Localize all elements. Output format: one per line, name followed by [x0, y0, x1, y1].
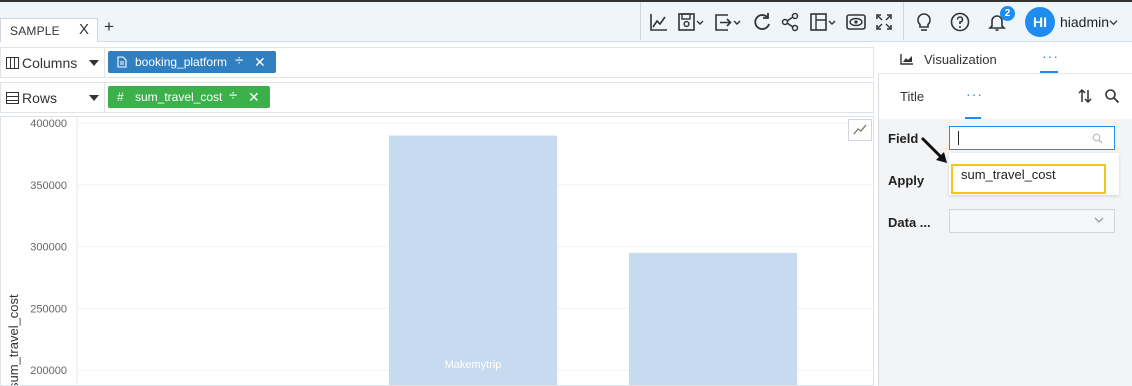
bar-chart: 400000 350000 300000 250000 200000 sum_travel… — [6, 117, 871, 385]
y-tick-label: 350000 — [30, 180, 67, 192]
help-icon[interactable] — [949, 11, 971, 33]
share-icon[interactable] — [779, 11, 801, 33]
line-chart-icon[interactable] — [648, 11, 670, 33]
rows-pill-label: sum_travel_cost — [135, 90, 223, 104]
active-tab-indicator — [1040, 71, 1058, 73]
more-options-tab[interactable]: ··· — [966, 86, 983, 102]
columns-caret-icon[interactable] — [89, 60, 99, 66]
search-icon[interactable] — [1104, 88, 1120, 104]
rows-pill[interactable]: # sum_travel_cost ÷ ✕ — [108, 86, 270, 108]
visualization-tab[interactable]: Visualization — [924, 52, 997, 67]
text-cursor — [958, 131, 959, 145]
rows-icon — [6, 92, 19, 104]
toolbar-divider — [640, 2, 641, 40]
columns-pill[interactable]: booking_platform ÷ ✕ — [108, 51, 276, 73]
refresh-icon[interactable] — [751, 11, 773, 33]
title-tab[interactable]: Title — [900, 89, 924, 104]
bar[interactable] — [389, 135, 557, 385]
visualization-chart-icon — [900, 54, 913, 65]
y-tick-label: 250000 — [30, 303, 67, 315]
bulb-icon[interactable] — [913, 11, 935, 33]
export-icon[interactable] — [712, 11, 744, 33]
shelf-divider — [104, 48, 105, 77]
numeric-hash-icon: # — [117, 90, 124, 104]
panel-header — [878, 43, 1132, 74]
fullscreen-icon[interactable] — [873, 11, 895, 33]
columns-shelf[interactable]: Columns booking_platform ÷ ✕ — [0, 47, 874, 78]
y-tick-label: 200000 — [30, 365, 67, 377]
layout-icon[interactable] — [808, 11, 838, 33]
sort-icon[interactable] — [1077, 88, 1093, 104]
shelf-divider — [104, 83, 105, 112]
data-select[interactable] — [949, 209, 1115, 233]
rows-caret-icon[interactable] — [89, 95, 99, 101]
avatar[interactable]: HI — [1025, 7, 1055, 37]
field-option[interactable]: sum_travel_cost — [961, 167, 1056, 182]
chart-area[interactable]: 400000 350000 300000 250000 200000 sum_travel… — [0, 116, 874, 386]
columns-icon — [6, 57, 19, 69]
columns-pill-label: booking_platform — [135, 55, 228, 69]
data-label: Data ... — [888, 215, 931, 230]
columns-label: Columns — [22, 55, 78, 71]
chevron-down-icon — [1109, 20, 1118, 26]
y-tick-label: 300000 — [30, 242, 67, 254]
pill-options-icon[interactable]: ÷ — [229, 85, 237, 107]
tab-label: SAMPLE — [10, 24, 60, 38]
save-icon[interactable] — [676, 11, 706, 33]
field-label: Field — [888, 131, 919, 146]
y-tick-label: 400000 — [30, 118, 67, 130]
preview-icon[interactable] — [845, 11, 867, 33]
trend-icon — [853, 124, 867, 135]
username-label: hiadmin — [1060, 14, 1110, 30]
close-tab-icon[interactable]: X — [79, 21, 89, 38]
document-icon — [117, 56, 127, 68]
field-search-input[interactable] — [949, 126, 1115, 150]
rows-label: Rows — [22, 90, 58, 106]
y-axis-label: sum_travel_cost — [6, 294, 21, 385]
tab-sample[interactable]: SAMPLE X — [0, 18, 98, 42]
trend-toggle-button[interactable] — [848, 119, 872, 141]
remove-pill-icon[interactable]: ✕ — [248, 86, 260, 108]
user-menu[interactable]: hiadmin — [1060, 14, 1118, 30]
annotation-arrow-icon — [920, 136, 947, 163]
bar-category-label: Makemytrip — [445, 359, 502, 371]
chevron-down-icon — [1094, 217, 1104, 223]
remove-pill-icon[interactable]: ✕ — [254, 51, 266, 73]
toolbar-divider — [903, 2, 904, 40]
search-icon — [1092, 133, 1103, 144]
apply-label: Apply — [888, 173, 925, 188]
rows-shelf[interactable]: Rows # sum_travel_cost ÷ ✕ — [0, 82, 874, 113]
add-tab-button[interactable]: + — [104, 17, 114, 37]
bar[interactable] — [629, 252, 797, 385]
panel-more-tab[interactable]: ··· — [1042, 48, 1059, 64]
pill-options-icon[interactable]: ÷ — [235, 50, 243, 72]
notification-badge: 2 — [1000, 6, 1015, 21]
